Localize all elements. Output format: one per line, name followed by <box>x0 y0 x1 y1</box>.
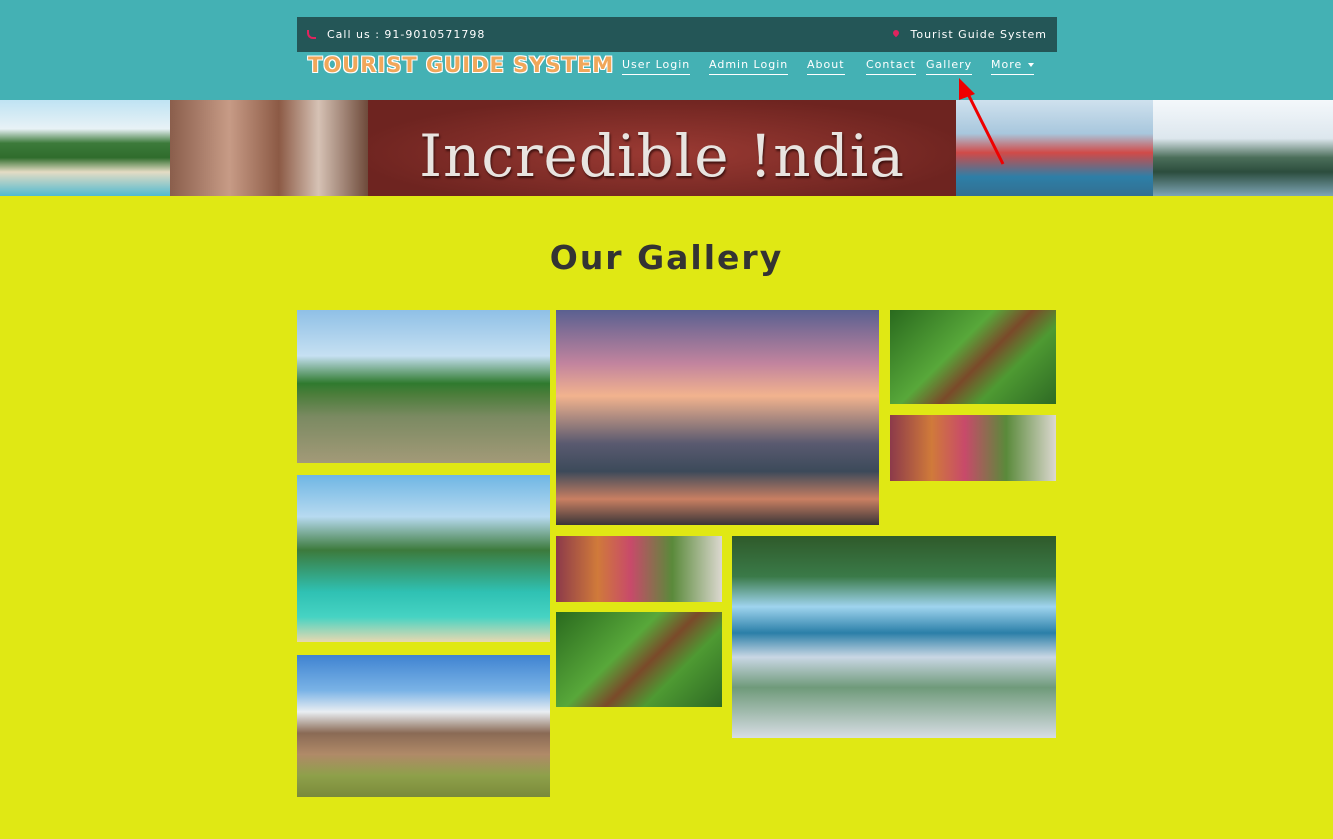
main-nav: User Login Admin Login About Contact Gal… <box>0 58 1333 80</box>
gallery-image-market-stalls[interactable] <box>890 415 1056 481</box>
gallery-title: Our Gallery <box>549 238 784 277</box>
banner-logo-text: Incredible !ndia <box>419 122 905 190</box>
contact-bar: Call us : 91-9010571798 Tourist Guide Sy… <box>297 17 1057 52</box>
banner-island-image <box>0 100 170 196</box>
banner-lake-image <box>1153 100 1333 196</box>
nav-about[interactable]: About <box>807 58 845 75</box>
nav-more-dropdown[interactable]: More <box>991 58 1035 75</box>
gallery-image-forest-gate-small[interactable] <box>556 612 722 707</box>
banner-dancers-image <box>956 100 1153 196</box>
site-header: Call us : 91-9010571798 Tourist Guide Sy… <box>0 0 1333 100</box>
gallery-image-island-beach[interactable] <box>297 475 550 642</box>
banner-incredible-india-panel: Incredible !ndia <box>368 100 956 196</box>
gallery-image-forest-gate[interactable] <box>890 310 1056 404</box>
location-text: Tourist Guide System <box>910 28 1047 41</box>
phone-icon <box>307 30 316 39</box>
hero-banner: Incredible !ndia <box>0 100 1333 196</box>
map-pin-icon <box>893 30 899 39</box>
gallery-image-houseboat[interactable] <box>297 310 550 463</box>
gallery-image-temple-sunset[interactable] <box>556 310 879 525</box>
call-info: Call us : 91-9010571798 <box>307 28 485 41</box>
gallery-image-market-stalls-small[interactable] <box>556 536 722 602</box>
location-info: Tourist Guide System <box>893 28 1048 41</box>
nav-contact[interactable]: Contact <box>866 58 916 75</box>
nav-admin-login[interactable]: Admin Login <box>709 58 789 75</box>
gallery-image-mountain-riders[interactable] <box>297 655 550 797</box>
banner-temple-carving-image <box>170 100 368 196</box>
nav-user-login[interactable]: User Login <box>622 58 691 75</box>
call-text: Call us : 91-9010571798 <box>327 28 486 41</box>
nav-gallery[interactable]: Gallery <box>926 58 973 75</box>
nav-more-label: More <box>991 58 1023 71</box>
gallery-image-hill-station-collage[interactable] <box>732 536 1056 738</box>
caret-down-icon <box>1028 63 1035 67</box>
